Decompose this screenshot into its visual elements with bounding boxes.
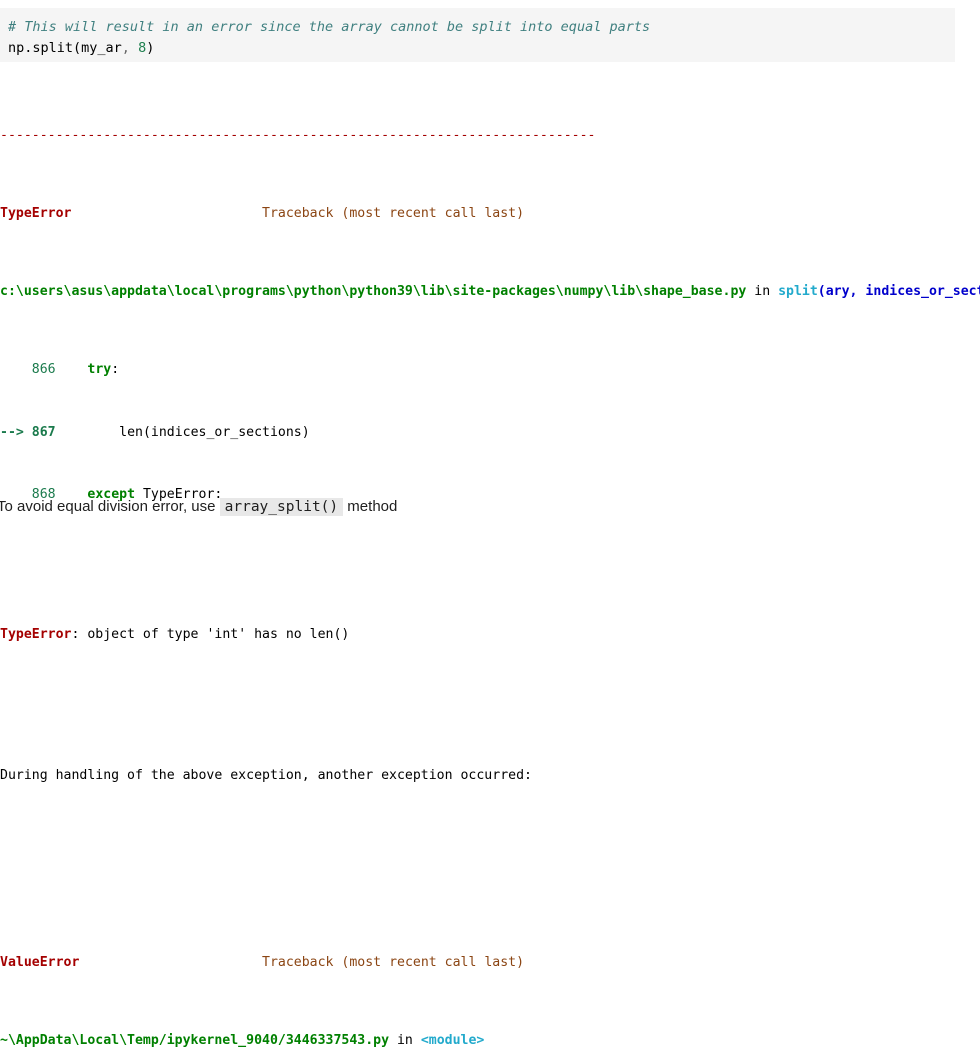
exception-name: TypeError (0, 206, 72, 222)
tip-text-before: To avoid equal division error, use (0, 498, 220, 515)
traceback-header-text: Traceback (most recent call last) (262, 954, 525, 970)
source-gutter (56, 425, 120, 440)
frame-arguments: (ary, indices_or_sections, axis) (817, 284, 980, 300)
exception-name: ValueError (0, 954, 80, 970)
source-lineno-value: 867 (31, 424, 56, 440)
traceback-frame-2-location: ~\AppData\Local\Temp/ipykernel_9040/3446… (0, 1033, 980, 1049)
frame-in: in (389, 1032, 421, 1048)
tip-text-after: method (343, 498, 398, 515)
header-pad-2 (79, 955, 262, 970)
source-keyword: try (87, 362, 112, 378)
source-marker (0, 362, 24, 377)
exception-name: TypeError (0, 627, 72, 643)
traceback-header-typeerror: TypeError Traceback (most recent call la… (0, 206, 980, 222)
source-text: len(indices_or_sections) (119, 424, 310, 440)
traceback-header-valueerror: ValueError Traceback (most recent call l… (0, 955, 980, 971)
tip-text: To avoid equal division error, use array… (0, 497, 397, 517)
traceback-separator-1: ----------------------------------------… (0, 128, 596, 144)
code-comment: # This will result in an error since the… (8, 19, 651, 35)
frame-path: c:\users\asus\appdata\local\programs\pyt… (0, 284, 747, 300)
code-call-prefix: np.split(my_ar (8, 40, 122, 56)
source-text: : (111, 362, 120, 378)
traceback-header-text: Traceback (most recent call last) (262, 206, 525, 222)
typeerror-message: TypeError: object of type 'int' has no l… (0, 627, 980, 643)
source-line-867: --> 867 len(indices_or_sections) (0, 425, 980, 441)
traceback-output: ----------------------------------------… (0, 66, 980, 1050)
frame-function: split (778, 284, 818, 300)
chained-exception-note: During handling of the above exception, … (0, 767, 532, 783)
code-cell[interactable]: # This will result in an error since the… (0, 8, 955, 62)
code-call-argument: 8 (138, 40, 147, 56)
traceback-frame-1-location: c:\users\asus\appdata\local\programs\pyt… (0, 284, 980, 300)
code-line-call: np.split(my_ar, 8) (8, 38, 955, 59)
source-lineno (24, 362, 32, 377)
exception-message: : object of type 'int' has no len() (71, 627, 350, 643)
inline-code-array-split: array_split() (219, 498, 344, 516)
code-call-separator: , (121, 40, 139, 56)
source-line-866: 866 try: (0, 362, 980, 378)
code-line-comment: # This will result in an error since the… (8, 17, 955, 38)
frame-in: in (746, 284, 779, 300)
frame-function: <module> (420, 1032, 485, 1048)
frame-path: ~\AppData\Local\Temp/ipykernel_9040/3446… (0, 1032, 390, 1048)
source-lineno-value: 866 (31, 362, 56, 378)
source-lineno (24, 425, 32, 440)
source-marker-current: --> (0, 424, 24, 440)
source-gutter (56, 362, 88, 377)
code-call-suffix: ) (146, 40, 155, 56)
header-pad-1 (71, 206, 262, 221)
